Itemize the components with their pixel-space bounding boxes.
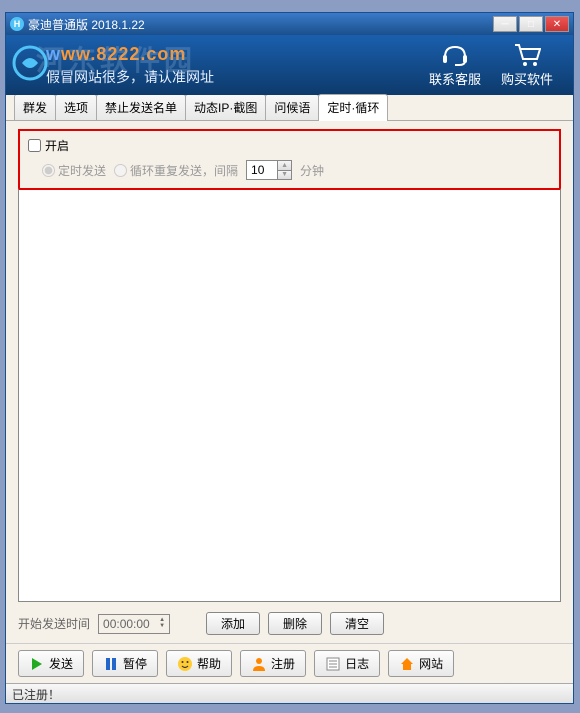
tab-mass-send[interactable]: 群发: [14, 94, 56, 120]
timed-radio-wrap[interactable]: 定时发送: [42, 162, 106, 179]
cart-icon: [513, 43, 541, 67]
schedule-list[interactable]: [18, 188, 561, 602]
banner-subtitle: 假冒网站很多，请认准网址: [46, 67, 429, 87]
buy-label: 购买软件: [501, 69, 553, 88]
pause-button[interactable]: 暂停: [92, 650, 158, 677]
tab-blocklist[interactable]: 禁止发送名单: [96, 94, 186, 120]
home-icon: [399, 656, 415, 672]
interval-unit: 分钟: [300, 162, 324, 179]
spinner-down-icon[interactable]: ▼: [277, 171, 291, 180]
interval-input[interactable]: [247, 161, 277, 179]
start-time-label: 开始发送时间: [18, 615, 90, 632]
app-icon: H: [10, 17, 24, 31]
status-text: 已注册！: [12, 688, 60, 702]
banner: 河东软件园 www.8222.com 假冒网站很多，请认准网址 联系客服 购买软…: [6, 35, 573, 95]
loop-label: 循环重复发送，间隔: [130, 162, 238, 179]
tab-dynamic-ip[interactable]: 动态IP·截图: [185, 94, 266, 120]
loop-radio[interactable]: [114, 164, 127, 177]
highlight-section: 开启 定时发送 循环重复发送，间隔 ▲ ▼ 分钟: [18, 129, 561, 190]
enable-label: 开启: [45, 137, 69, 154]
maximize-button[interactable]: □: [519, 16, 543, 32]
add-button[interactable]: 添加: [206, 612, 260, 635]
time-down-icon[interactable]: ▼: [159, 623, 165, 629]
statusbar: 已注册！: [6, 683, 573, 703]
help-button[interactable]: 帮助: [166, 650, 232, 677]
send-button[interactable]: 发送: [18, 650, 84, 677]
content-area: 开启 定时发送 循环重复发送，间隔 ▲ ▼ 分钟: [6, 121, 573, 643]
interval-spinner[interactable]: ▲ ▼: [246, 160, 292, 180]
titlebar: H 豪迪普通版 2018.1.22 ─ □ ✕: [6, 13, 573, 35]
tab-timer-loop[interactable]: 定时·循环: [318, 94, 388, 121]
user-icon: [251, 656, 267, 672]
enable-checkbox[interactable]: [28, 139, 41, 152]
register-button[interactable]: 注册: [240, 650, 306, 677]
tab-options[interactable]: 选项: [55, 94, 97, 120]
timed-radio[interactable]: [42, 164, 55, 177]
log-icon: [325, 656, 341, 672]
pause-icon: [103, 656, 119, 672]
delete-button[interactable]: 删除: [268, 612, 322, 635]
spinner-up-icon[interactable]: ▲: [277, 161, 291, 171]
loop-radio-wrap[interactable]: 循环重复发送，间隔: [114, 162, 238, 179]
window-title: 豪迪普通版 2018.1.22: [28, 16, 493, 33]
play-icon: [29, 656, 45, 672]
minimize-button[interactable]: ─: [493, 16, 517, 32]
headset-icon: [441, 43, 469, 67]
start-time-input[interactable]: 00:00:00 ▲ ▼: [98, 614, 170, 634]
toolbar: 发送 暂停 帮助 注册 日志 网站: [6, 643, 573, 683]
website-button[interactable]: 网站: [388, 650, 454, 677]
buy-link[interactable]: 购买软件: [501, 43, 553, 88]
tab-greeting[interactable]: 问候语: [265, 94, 319, 120]
timed-label: 定时发送: [58, 162, 106, 179]
logo-icon: [12, 45, 48, 81]
tabbar: 群发 选项 禁止发送名单 动态IP·截图 问候语 定时·循环: [6, 95, 573, 121]
banner-url: www.8222.com: [46, 44, 429, 65]
contact-label: 联系客服: [429, 69, 481, 88]
help-icon: [177, 656, 193, 672]
log-button[interactable]: 日志: [314, 650, 380, 677]
clear-button[interactable]: 清空: [330, 612, 384, 635]
close-button[interactable]: ✕: [545, 16, 569, 32]
contact-link[interactable]: 联系客服: [429, 43, 481, 88]
